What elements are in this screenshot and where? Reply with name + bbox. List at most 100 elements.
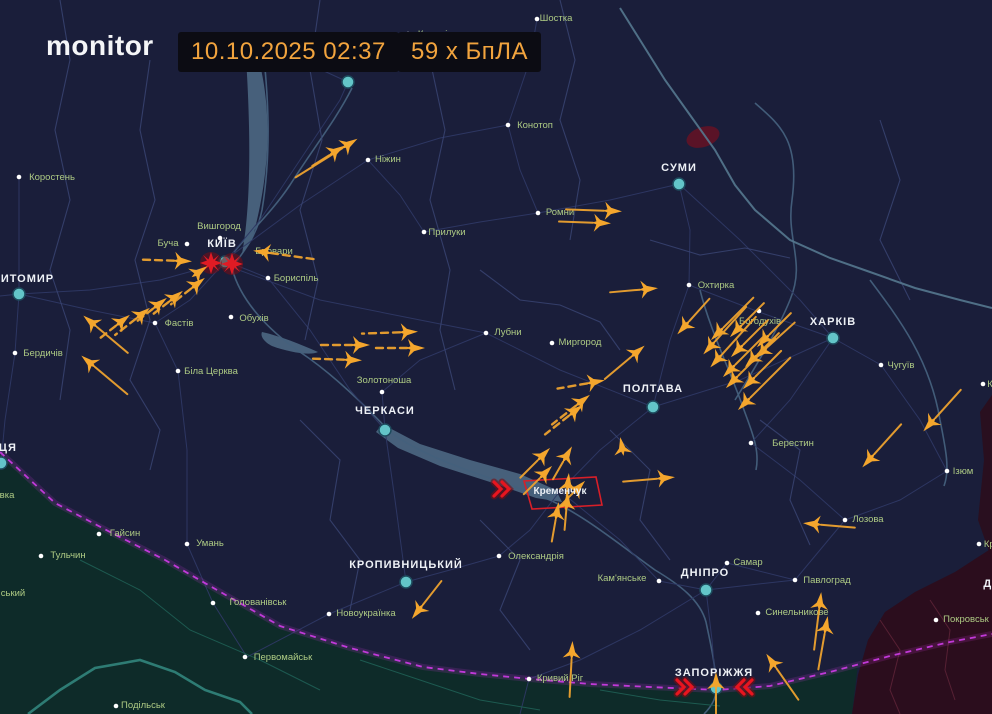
town-label: Покровськ <box>943 614 989 625</box>
town-label: Первомайськ <box>254 652 313 663</box>
capital-dot <box>379 424 391 436</box>
capital-label: ЖИТОМИР <box>0 273 54 285</box>
town-dot <box>981 382 986 387</box>
town-dot <box>114 704 119 709</box>
town-label: Охтирка <box>698 280 735 291</box>
town-dot <box>185 542 190 547</box>
town-dot <box>749 441 754 446</box>
town-dot <box>934 618 939 623</box>
town-dot <box>687 283 692 288</box>
capital-dot <box>342 76 354 88</box>
capital-dot <box>673 178 685 190</box>
capital-label: ЧЕРКАСИ <box>355 405 415 417</box>
town-label: Коростень <box>29 172 75 183</box>
town-dot <box>793 578 798 583</box>
town-dot <box>535 17 540 22</box>
drone-trail <box>566 209 604 210</box>
town-dot <box>550 341 555 346</box>
capital-dot <box>647 401 659 413</box>
town-label: Умань <box>196 538 224 549</box>
town-label: Кам'янське <box>598 573 647 584</box>
town-label: Павлоград <box>803 575 851 586</box>
kremenchuk-label: Кременчук <box>533 486 587 497</box>
town-label: Краматорськ <box>984 539 992 550</box>
capital-label: ЧЕРНІГІВ <box>254 59 313 71</box>
capital-dot <box>13 288 25 300</box>
town-label: Куп'янськ <box>987 379 992 390</box>
drone-trail <box>310 359 344 360</box>
town-label: Конотоп <box>517 120 553 131</box>
town-label: Ізюм <box>953 466 974 477</box>
town-label: Гайсин <box>110 528 141 539</box>
town-dot <box>39 554 44 559</box>
town-label: Корюківка <box>418 29 463 40</box>
capital-label: КИЇВ <box>207 237 237 250</box>
town-dot <box>366 158 371 163</box>
strike-marker-chev-right[interactable] <box>677 680 692 694</box>
monitor-app: Коростень Шостка Корюківка Конотоп Ніжин Прил… <box>0 0 992 714</box>
town-dot <box>380 390 385 395</box>
town-dot <box>657 579 662 584</box>
map-canvas[interactable]: Коростень Шостка Корюківка Конотоп Ніжин Прил… <box>0 0 992 714</box>
town-dot <box>229 315 234 320</box>
town-label: Біла Церква <box>184 366 239 377</box>
capital-dot <box>400 576 412 588</box>
town-dot <box>243 655 248 660</box>
strike-marker-chev-left[interactable] <box>737 680 752 694</box>
town-label: вка <box>0 490 15 501</box>
town-dot <box>185 242 190 247</box>
town-label: Самар <box>733 557 762 568</box>
town-dot <box>977 542 982 547</box>
capital-dot <box>827 332 839 344</box>
town-dot <box>843 518 848 523</box>
capital-label: ДОНЕЦЬК <box>983 578 992 590</box>
drone-trail <box>559 222 593 223</box>
town-label: Буча <box>157 238 179 249</box>
town-dot <box>176 369 181 374</box>
strike-marker-chev-right[interactable] <box>494 482 509 496</box>
town-dot <box>756 611 761 616</box>
town-label: Вишгород <box>197 221 241 232</box>
town-label: Шостка <box>540 13 573 24</box>
town-dot <box>97 532 102 537</box>
town-dot <box>17 175 22 180</box>
capital-dot <box>0 457 7 469</box>
town-dot <box>211 601 216 606</box>
strike-marker-burst[interactable] <box>221 253 243 275</box>
capital-label: ДНІПРО <box>681 567 730 579</box>
town-label: Лозова <box>852 514 884 525</box>
town-label: Тульчин <box>50 550 85 561</box>
capital-label: ВІННИЦЯ <box>0 442 17 454</box>
town-label: Фастів <box>165 318 194 329</box>
town-label: Ніжин <box>375 154 401 165</box>
town-dot <box>406 32 411 37</box>
town-dot <box>725 561 730 566</box>
capital-label: КРОПИВНИЦЬКИЙ <box>349 558 463 571</box>
town-label: Обухів <box>239 313 268 324</box>
town-label: Берестин <box>772 438 814 449</box>
town-label: Чугуїв <box>888 360 915 371</box>
town-dot <box>527 677 532 682</box>
drone-trail <box>142 260 174 261</box>
capital-label: ПОЛТАВА <box>623 383 683 395</box>
town-dot <box>327 612 332 617</box>
town-dot <box>422 230 427 235</box>
town-dot <box>945 469 950 474</box>
town-dot <box>536 211 541 216</box>
town-label: Лубни <box>494 327 521 338</box>
town-label: Новоукраїнка <box>336 608 396 619</box>
town-dot <box>484 331 489 336</box>
town-label: Бердичів <box>23 348 63 359</box>
town-label: Голованівськ <box>230 597 288 608</box>
town-label: Золотоноша <box>357 375 412 386</box>
capital-dot <box>700 584 712 596</box>
town-dot <box>266 276 271 281</box>
town-dot <box>506 123 511 128</box>
town-label: Миргород <box>559 337 602 348</box>
town-label: Подільськ <box>121 700 166 711</box>
town-label: Прилуки <box>428 227 465 238</box>
town-label: ський <box>1 588 25 599</box>
capital-label: СУМИ <box>661 162 697 174</box>
town-label: Кривий Ріг <box>537 673 584 684</box>
town-label: Олександрія <box>508 551 564 562</box>
